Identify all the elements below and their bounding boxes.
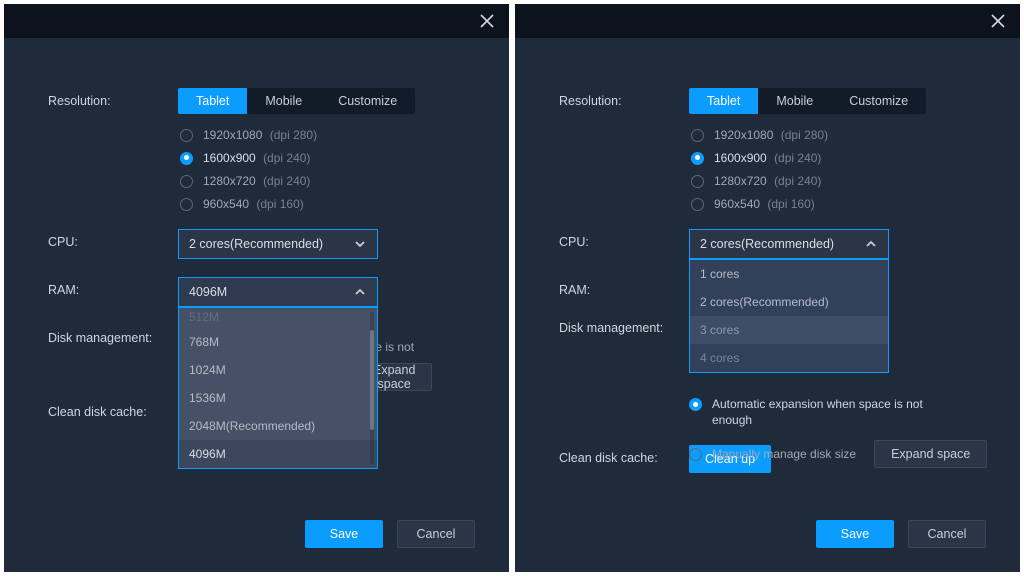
resolution-option[interactable]: 1920x1080 (dpi 280) <box>691 128 926 142</box>
tab-mobile[interactable]: Mobile <box>247 88 320 114</box>
tab-customize[interactable]: Customize <box>831 88 926 114</box>
radio-icon <box>689 448 702 461</box>
ram-option[interactable]: 1024M <box>179 356 377 384</box>
radio-icon <box>180 129 193 142</box>
ram-option[interactable]: 2048M(Recommended) <box>179 412 377 440</box>
titlebar <box>4 4 509 38</box>
ram-option[interactable]: 512M <box>179 308 377 328</box>
resolution-tabs: Tablet Mobile Customize <box>178 88 415 114</box>
resolution-option[interactable]: 960x540 (dpi 160) <box>180 197 415 211</box>
radio-icon <box>689 398 702 411</box>
resolution-label: Resolution: <box>559 88 689 108</box>
cpu-option[interactable]: 3 cores <box>690 316 888 344</box>
resolution-option[interactable]: 1600x900 (dpi 240) <box>691 151 926 165</box>
disk-manual-option[interactable]: Manually manage disk size Expand space <box>689 440 1000 468</box>
radio-icon <box>691 152 704 165</box>
disk-manual-text: Manually manage disk size <box>712 446 856 462</box>
chevron-up-icon <box>353 285 367 299</box>
cpu-select[interactable]: 2 cores(Recommended) 1 cores 2 cores(Rec… <box>689 229 889 259</box>
radio-icon <box>691 198 704 211</box>
close-icon[interactable] <box>990 13 1006 29</box>
ram-select[interactable]: 4096M 512M 768M 1024M 1536M 2048M(Recomm… <box>178 277 378 307</box>
ram-option[interactable]: 1536M <box>179 384 377 412</box>
resolution-option[interactable]: 1920x1080 (dpi 280) <box>180 128 415 142</box>
ram-select-value: 4096M <box>189 285 227 299</box>
chevron-up-icon <box>864 237 878 251</box>
resolution-option[interactable]: 960x540 (dpi 160) <box>691 197 926 211</box>
save-button[interactable]: Save <box>816 520 894 548</box>
cpu-select[interactable]: 2 cores(Recommended) <box>178 229 378 259</box>
disk-label: Disk management: <box>48 325 178 345</box>
resolution-radios: 1920x1080 (dpi 280) 1600x900 (dpi 240) 1… <box>180 128 415 211</box>
titlebar <box>515 4 1020 38</box>
resolution-option[interactable]: 1600x900 (dpi 240) <box>180 151 415 165</box>
ram-label: RAM: <box>559 277 689 297</box>
tab-tablet[interactable]: Tablet <box>689 88 758 114</box>
expand-space-button[interactable]: Expand space <box>874 440 987 468</box>
close-icon[interactable] <box>479 13 495 29</box>
disk-auto-option[interactable]: Automatic expansion when space is not en… <box>689 396 1000 428</box>
tab-tablet[interactable]: Tablet <box>178 88 247 114</box>
cpu-select-value: 2 cores(Recommended) <box>189 237 323 251</box>
cpu-dropdown: 1 cores 2 cores(Recommended) 3 cores 4 c… <box>689 259 889 373</box>
cpu-label: CPU: <box>48 229 178 249</box>
radio-icon <box>691 175 704 188</box>
cpu-option[interactable]: 2 cores(Recommended) <box>690 288 888 316</box>
ram-dropdown: 512M 768M 1024M 1536M 2048M(Recommended)… <box>178 307 378 469</box>
tab-customize[interactable]: Customize <box>320 88 415 114</box>
save-button[interactable]: Save <box>305 520 383 548</box>
ram-label: RAM: <box>48 277 178 297</box>
disk-label: Disk management: <box>559 315 689 335</box>
cache-label: Clean disk cache: <box>559 445 689 465</box>
cpu-option[interactable]: 4 cores <box>690 344 888 372</box>
resolution-radios: 1920x1080 (dpi 280) 1600x900 (dpi 240) 1… <box>691 128 926 211</box>
cpu-label: CPU: <box>559 229 689 249</box>
resolution-tabs: Tablet Mobile Customize <box>689 88 926 114</box>
radio-icon <box>180 175 193 188</box>
cpu-option[interactable]: 1 cores <box>690 260 888 288</box>
resolution-label: Resolution: <box>48 88 178 108</box>
resolution-option[interactable]: 1280x720 (dpi 240) <box>691 174 926 188</box>
cache-label: Clean disk cache: <box>48 399 178 419</box>
tab-mobile[interactable]: Mobile <box>758 88 831 114</box>
chevron-down-icon <box>353 237 367 251</box>
disk-auto-text: Automatic expansion when space is not en… <box>712 396 942 428</box>
radio-icon <box>691 129 704 142</box>
cancel-button[interactable]: Cancel <box>397 520 475 548</box>
cpu-select-value: 2 cores(Recommended) <box>700 237 834 251</box>
ram-option[interactable]: 768M <box>179 328 377 356</box>
ram-option[interactable]: 4096M <box>179 440 377 468</box>
radio-icon <box>180 152 193 165</box>
settings-panel-right: Resolution: Tablet Mobile Customize 1920… <box>515 4 1020 572</box>
scrollbar-thumb[interactable] <box>370 330 374 430</box>
settings-panel-left: Resolution: Tablet Mobile Customize 1920… <box>4 4 509 572</box>
resolution-option[interactable]: 1280x720 (dpi 240) <box>180 174 415 188</box>
cancel-button[interactable]: Cancel <box>908 520 986 548</box>
radio-icon <box>180 198 193 211</box>
